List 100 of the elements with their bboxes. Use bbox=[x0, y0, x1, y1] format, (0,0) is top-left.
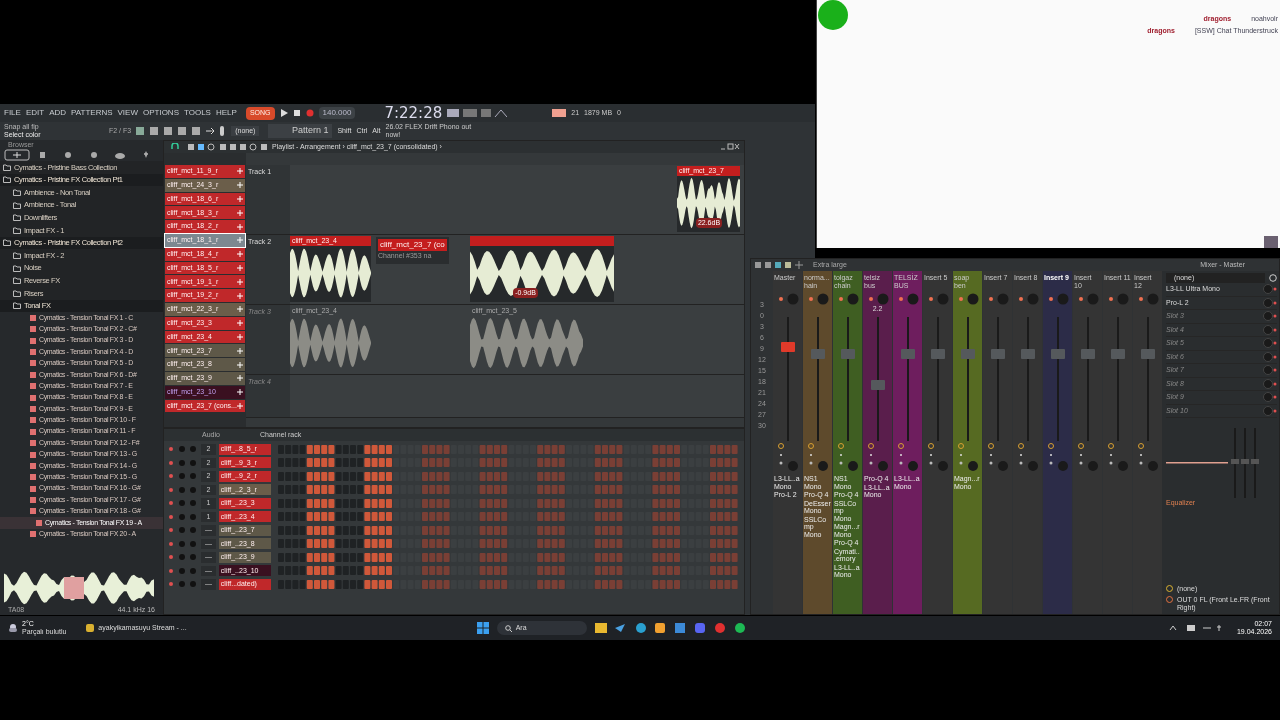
slot-mix-knob-icon[interactable] bbox=[1263, 351, 1277, 362]
song-time: 7:22:28 bbox=[384, 102, 443, 124]
step-sequencer-drawing[interactable] bbox=[278, 524, 740, 536]
fader-thumb[interactable] bbox=[930, 349, 945, 359]
avatar-thumbnail-icon bbox=[1264, 236, 1278, 248]
channel-knobs-icon[interactable] bbox=[168, 445, 198, 454]
slot-mix-knob-icon[interactable] bbox=[1263, 365, 1277, 376]
pattern-selector[interactable]: Pattern 1 bbox=[268, 124, 333, 138]
step-sequencer-drawing[interactable] bbox=[278, 538, 740, 550]
tempo-display[interactable]: 140.000 bbox=[318, 107, 356, 119]
stop-icon[interactable] bbox=[292, 109, 301, 117]
fader-thumb[interactable] bbox=[1050, 349, 1065, 359]
start-icon[interactable] bbox=[476, 622, 489, 634]
strip-controls-icon[interactable] bbox=[1105, 441, 1130, 471]
menu-item[interactable]: VIEW bbox=[117, 107, 138, 119]
channel-knobs-icon[interactable] bbox=[168, 566, 198, 575]
plus-icon bbox=[237, 196, 243, 202]
fader-thumb[interactable] bbox=[1140, 349, 1155, 359]
slot-mix-knob-icon[interactable] bbox=[1263, 338, 1277, 349]
slot-mix-knob-icon[interactable] bbox=[1263, 284, 1277, 295]
step-sequencer-drawing[interactable] bbox=[278, 497, 740, 509]
input-icon bbox=[1166, 585, 1173, 593]
channel-knobs-icon[interactable] bbox=[168, 526, 198, 535]
fader-thumb[interactable] bbox=[780, 342, 795, 352]
channel-knobs-icon[interactable] bbox=[168, 539, 198, 548]
channel-knobs-icon[interactable] bbox=[168, 512, 198, 521]
toolbar-icons-drawing bbox=[447, 108, 508, 118]
fader-thumb[interactable] bbox=[1110, 349, 1125, 359]
window-controls-icon[interactable] bbox=[720, 143, 740, 151]
app-icon bbox=[86, 624, 95, 632]
channel-knobs-icon[interactable] bbox=[168, 472, 198, 481]
fader-thumb[interactable] bbox=[840, 349, 855, 359]
strip-controls-icon[interactable] bbox=[1135, 441, 1160, 471]
slot-mix-knob-icon[interactable] bbox=[1263, 392, 1277, 403]
step-sequencer-drawing[interactable] bbox=[278, 470, 740, 482]
record-icon[interactable] bbox=[305, 109, 314, 117]
step-sequencer-drawing[interactable] bbox=[278, 484, 740, 496]
strip-controls-icon[interactable] bbox=[865, 441, 890, 471]
menu-item[interactable]: TOOLS bbox=[184, 107, 211, 119]
fader-thumb[interactable] bbox=[1080, 349, 1095, 359]
strip-controls-icon[interactable] bbox=[1075, 441, 1100, 471]
slot-mix-knob-icon[interactable] bbox=[1263, 297, 1277, 308]
preset-clock-icon[interactable] bbox=[1269, 274, 1277, 282]
step-sequencer-drawing[interactable] bbox=[278, 578, 740, 590]
fader-thumb[interactable] bbox=[810, 349, 825, 359]
output-icon bbox=[1166, 596, 1173, 603]
mixer-tools-drawing[interactable] bbox=[755, 261, 805, 269]
step-sequencer-drawing[interactable] bbox=[278, 511, 740, 523]
rename-field[interactable]: cliff_mct_23_7 (co bbox=[378, 239, 447, 251]
fader-thumb[interactable] bbox=[960, 349, 975, 359]
plus-icon bbox=[237, 292, 243, 299]
plus-icon bbox=[237, 389, 243, 396]
step-sequencer-drawing[interactable] bbox=[278, 443, 740, 455]
strip-controls-icon[interactable] bbox=[1045, 441, 1070, 471]
plus-icon bbox=[237, 223, 243, 230]
play-icon[interactable] bbox=[279, 109, 288, 117]
plus-icon bbox=[237, 278, 243, 285]
strip-controls-icon[interactable] bbox=[835, 441, 860, 471]
plus-icon bbox=[237, 402, 243, 409]
strip-controls-icon[interactable] bbox=[955, 441, 980, 471]
step-sequencer-drawing[interactable] bbox=[278, 457, 740, 469]
search-icon bbox=[504, 624, 512, 632]
channel-knobs-icon[interactable] bbox=[168, 580, 198, 589]
strip-controls-icon[interactable] bbox=[1015, 441, 1040, 471]
channel-knobs-icon[interactable] bbox=[168, 499, 198, 508]
eq-drawing[interactable] bbox=[1166, 428, 1262, 498]
strip-controls-icon[interactable] bbox=[895, 441, 920, 471]
slot-mix-knob-icon[interactable] bbox=[1263, 324, 1277, 335]
playlist-tools-drawing[interactable] bbox=[168, 143, 268, 151]
round-logo-icon bbox=[817, 0, 849, 30]
cpu-meter-icon bbox=[552, 109, 567, 117]
slot-mix-knob-icon[interactable] bbox=[1263, 378, 1277, 389]
step-sequencer-drawing[interactable] bbox=[278, 565, 740, 577]
fader-thumb[interactable] bbox=[870, 380, 885, 390]
strip-controls-icon[interactable] bbox=[925, 441, 950, 471]
step-sequencer-drawing[interactable] bbox=[278, 551, 740, 563]
plus-icon bbox=[237, 251, 243, 258]
strip-controls-icon[interactable] bbox=[775, 441, 800, 471]
menu-item[interactable]: EDIT bbox=[25, 107, 45, 119]
plus-icon bbox=[237, 209, 243, 216]
channel-knobs-icon[interactable] bbox=[168, 458, 198, 467]
plus-icon bbox=[237, 320, 243, 327]
fader-thumb[interactable] bbox=[990, 349, 1005, 359]
plus-icon bbox=[237, 237, 243, 244]
window-toggle-icons-drawing[interactable] bbox=[136, 126, 227, 136]
menu-item[interactable]: ADD bbox=[49, 107, 67, 119]
fader-thumb[interactable] bbox=[1020, 349, 1035, 359]
strip-controls-icon[interactable] bbox=[985, 441, 1010, 471]
slot-mix-knob-icon[interactable] bbox=[1263, 311, 1277, 322]
menu-item[interactable]: HELP bbox=[215, 107, 237, 119]
fader-thumb[interactable] bbox=[900, 349, 915, 359]
waveform-drawing bbox=[677, 176, 740, 230]
slot-mix-knob-icon[interactable] bbox=[1263, 405, 1277, 416]
menu-item[interactable]: PATTERNS bbox=[71, 107, 113, 119]
menu-item[interactable]: OPTIONS bbox=[142, 107, 179, 119]
channel-knobs-icon[interactable] bbox=[168, 553, 198, 562]
plus-icon bbox=[237, 333, 243, 340]
menu-item[interactable]: FILE bbox=[4, 107, 21, 119]
strip-controls-icon[interactable] bbox=[805, 441, 830, 471]
channel-knobs-icon[interactable] bbox=[168, 485, 198, 494]
